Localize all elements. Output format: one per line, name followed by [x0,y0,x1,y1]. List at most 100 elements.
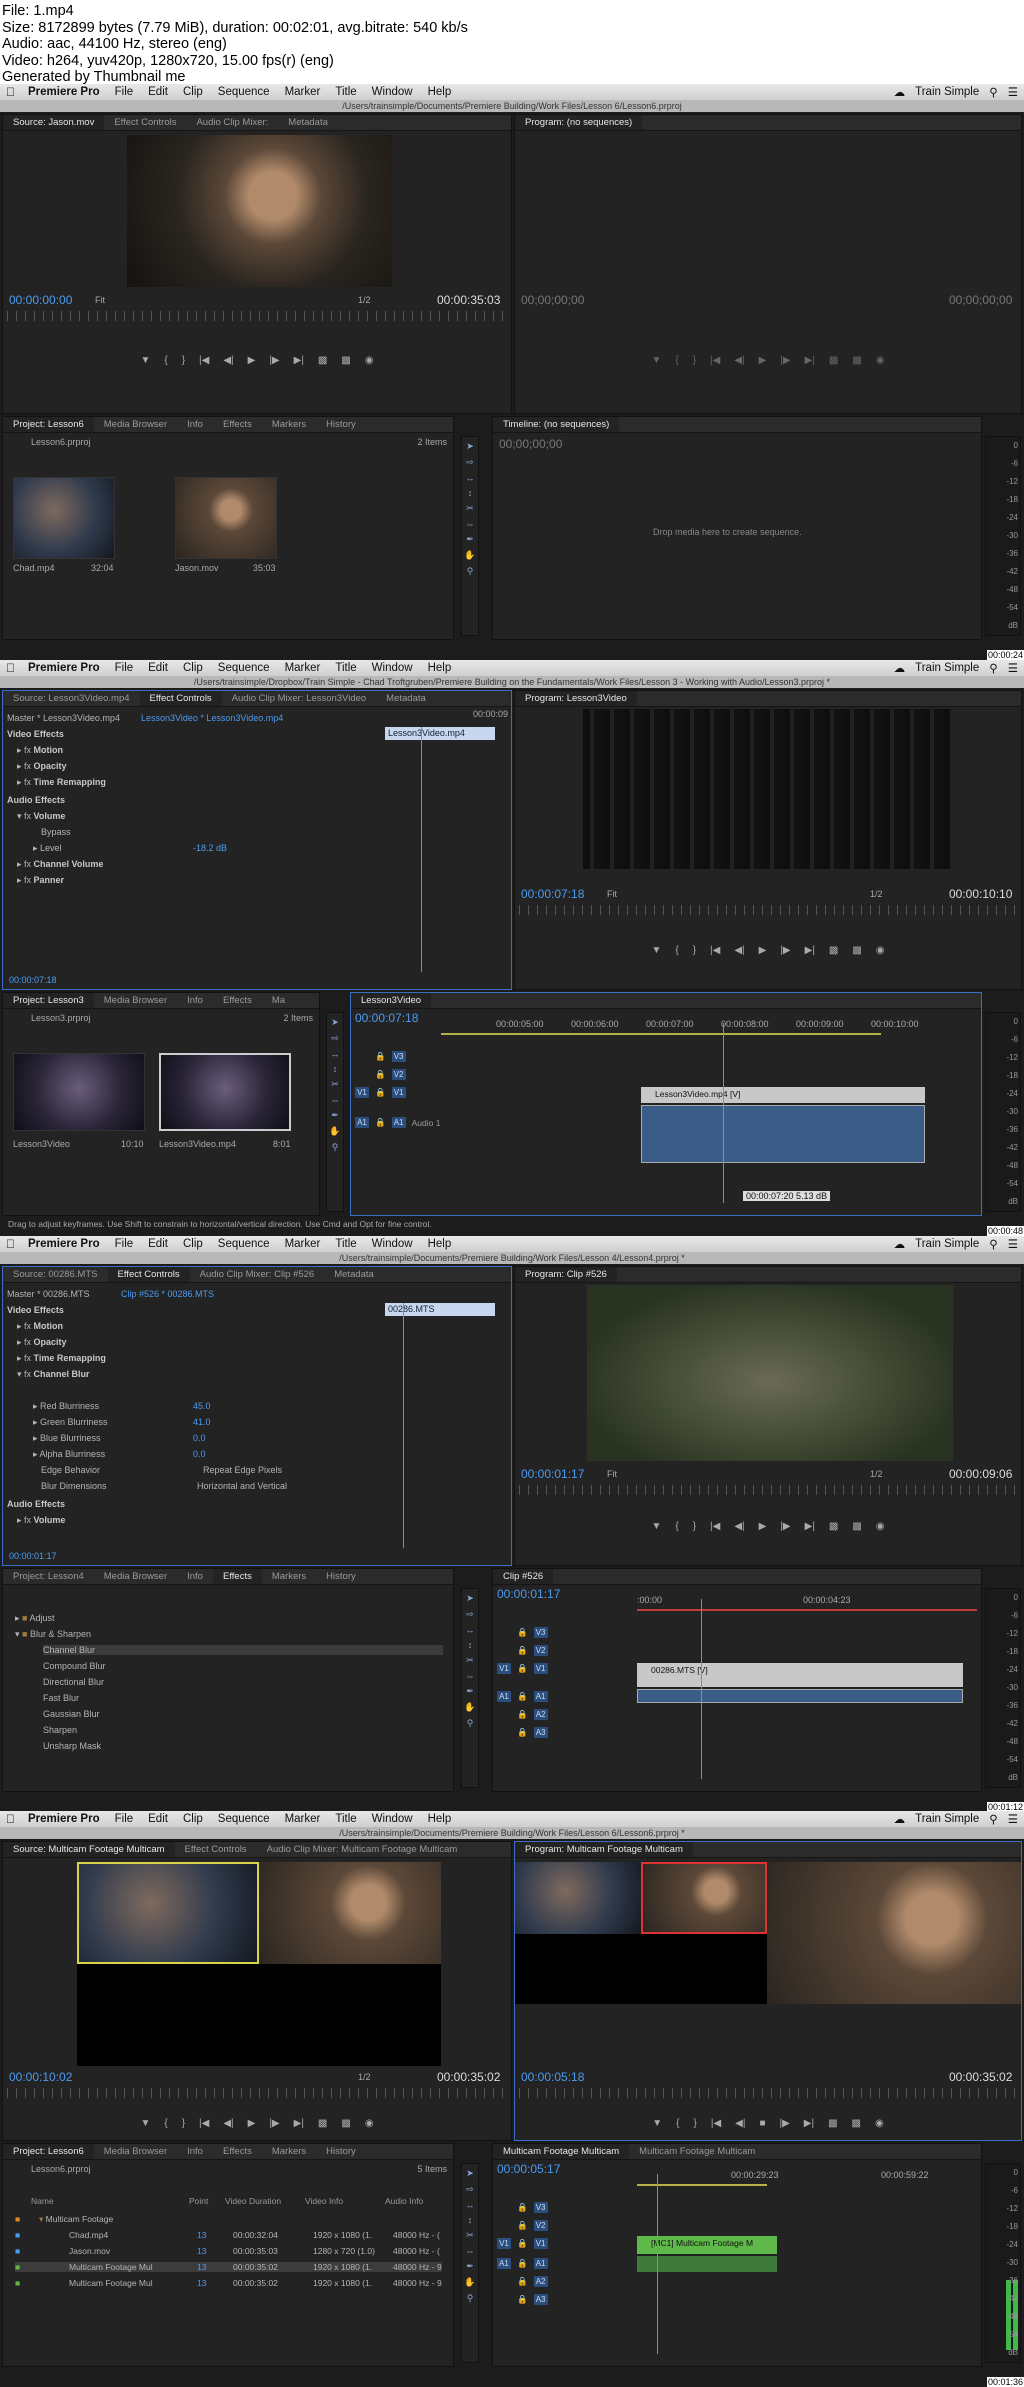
marker-icon[interactable]: ▼ [651,1521,661,1532]
clip-video[interactable]: 00286.MTS [V] [637,1663,963,1687]
play-icon[interactable]: ▶ [759,945,767,956]
go-out-icon[interactable]: ▶| [294,355,304,366]
pen-icon[interactable]: ✒ [466,2261,474,2272]
step-back-icon[interactable]: ◀| [735,2118,745,2129]
menu-clip[interactable]: Clip [183,662,203,674]
mark-out-icon[interactable]: } [182,355,185,366]
tab-history[interactable]: History [316,2144,366,2159]
work-area-bar[interactable] [637,1609,977,1611]
lock-icon[interactable]: 🔒 [517,1645,528,1656]
go-in-icon[interactable]: |◀ [199,2118,209,2129]
extract-icon[interactable]: ▩ [852,945,861,956]
menu-sequence[interactable]: Sequence [218,86,270,98]
track-select-icon[interactable]: ⇨ [466,457,474,468]
step-forward-icon[interactable]: |▶ [780,1521,790,1532]
razor-icon[interactable]: ✂ [466,503,474,514]
ec-opacity[interactable]: ▸ fx Opacity [17,761,67,772]
menu-marker[interactable]: Marker [285,1813,321,1825]
user-name[interactable]: Train Simple [915,1238,979,1250]
program-time-ruler[interactable] [519,905,1019,915]
tab-timeline[interactable]: Timeline: (no sequences) [493,417,620,432]
tab-metadata[interactable]: Metadata [324,1267,384,1282]
tab-source[interactable]: Source: 00286.MTS [3,1267,108,1282]
marker-icon[interactable]: ▼ [651,945,661,956]
ec-red-blurriness[interactable]: ▸ Red Blurriness [33,1401,99,1412]
clip-multicam-audio[interactable] [637,2256,777,2272]
tab-info[interactable]: Info [177,993,213,1008]
mark-out-icon[interactable]: } [693,945,696,956]
mark-out-icon[interactable]: } [693,355,696,366]
menu-title[interactable]: Title [335,662,356,674]
menu-clip[interactable]: Clip [183,1238,203,1250]
effect-unsharp-mask[interactable]: Unsharp Mask [43,1741,101,1751]
tab-history[interactable]: History [316,1569,366,1584]
tab-media-browser[interactable]: Media Browser [94,1569,177,1584]
menu-file[interactable]: File [115,1813,134,1825]
ec-time-remapping[interactable]: ▸ fx Time Remapping [17,777,106,788]
menu-help[interactable]: Help [428,1238,452,1250]
source-timecode[interactable]: 00:00:00:00 [9,293,72,307]
ec-alpha-blurriness[interactable]: ▸ Alpha Blurriness [33,1449,105,1460]
list-icon[interactable]: ☰ [1008,1237,1018,1251]
menu-file[interactable]: File [115,662,134,674]
track-a2[interactable]: 🔒 A2 [497,1709,548,1720]
lock-icon[interactable]: 🔒 [517,2220,528,2231]
tab-metadata[interactable]: Metadata [376,691,436,706]
apple-icon[interactable]:  [6,85,18,99]
ripple-edit-icon[interactable]: ↔ [466,2200,475,2210]
timeline-playhead[interactable] [657,2174,658,2354]
tab-effect-controls[interactable]: Effect Controls [139,691,222,706]
go-out-icon[interactable]: ▶| [805,945,815,956]
tab-timeline[interactable]: Clip #526 [493,1569,554,1584]
list-icon[interactable]: ☰ [1008,1812,1018,1826]
step-back-icon[interactable]: ◀| [223,2118,233,2129]
lock-icon[interactable]: 🔒 [517,2276,528,2287]
ec-bypass[interactable]: Bypass [41,827,71,837]
menu-app[interactable]: Premiere Pro [28,662,100,674]
razor-icon[interactable]: ✂ [331,1079,339,1090]
list-icon[interactable]: ☰ [1008,85,1018,99]
search-icon[interactable]: ⚲ [989,1812,997,1826]
list-item[interactable]: ■ Chad.mp4 13 00:00:32:04 1920 x 1080 (1. 480… [15,2230,440,2240]
step-forward-icon[interactable]: |▶ [269,355,279,366]
program-angle-2[interactable] [641,1862,767,1934]
menu-window[interactable]: Window [372,1238,413,1250]
zoom-icon[interactable]: ⚲ [467,2293,474,2304]
tab-effect-controls[interactable]: Effect Controls [175,1842,257,1857]
go-in-icon[interactable]: |◀ [710,945,720,956]
menu-window[interactable]: Window [372,86,413,98]
extract-icon[interactable]: ▩ [852,1521,861,1532]
tab-info[interactable]: Info [177,1569,213,1584]
lock-icon[interactable]: 🔒 [375,1087,386,1098]
hand-icon[interactable]: ✋ [464,550,475,561]
ec-clip[interactable]: Clip #526 * 00286.MTS [121,1289,214,1299]
thumb-lesson3-video[interactable] [159,1053,291,1131]
lock-icon[interactable]: 🔒 [517,2294,528,2305]
tab-metadata[interactable]: Metadata [278,115,338,130]
stop-icon[interactable]: ■ [759,2118,765,2129]
rolling-edit-icon[interactable]: ↕ [468,2215,473,2225]
tab-effects[interactable]: Effects [213,417,262,432]
camera-icon[interactable]: ◉ [876,945,885,956]
user-name[interactable]: Train Simple [915,1813,979,1825]
tab-markers[interactable]: Markers [262,1569,316,1584]
menu-title[interactable]: Title [335,86,356,98]
zoom-select[interactable]: Fit [607,1469,617,1479]
menu-edit[interactable]: Edit [148,1238,168,1250]
mark-in-icon[interactable]: { [675,355,678,366]
list-icon[interactable]: ☰ [1008,661,1018,675]
list-item[interactable]: ■ Multicam Footage Mul 13 00:00:35:02 1920 x… [15,2262,442,2272]
effect-channel-blur[interactable]: Channel Blur [43,1645,443,1655]
marker-icon[interactable]: ▼ [140,355,150,366]
lift-icon[interactable]: ▩ [829,945,838,956]
lock-icon[interactable]: 🔒 [517,1627,528,1638]
cloud-icon[interactable]: ☁ [894,1812,906,1826]
menu-app[interactable]: Premiere Pro [28,1813,100,1825]
step-back-icon[interactable]: ◀| [734,355,744,366]
menu-help[interactable]: Help [428,1813,452,1825]
track-a3[interactable]: 🔒 A3 [497,1727,548,1738]
clip-audio[interactable] [641,1105,925,1163]
lock-icon[interactable]: 🔒 [375,1069,386,1080]
blur-dimensions-select[interactable]: Horizontal and Vertical [197,1481,287,1491]
effect-compound-blur[interactable]: Compound Blur [43,1661,106,1671]
